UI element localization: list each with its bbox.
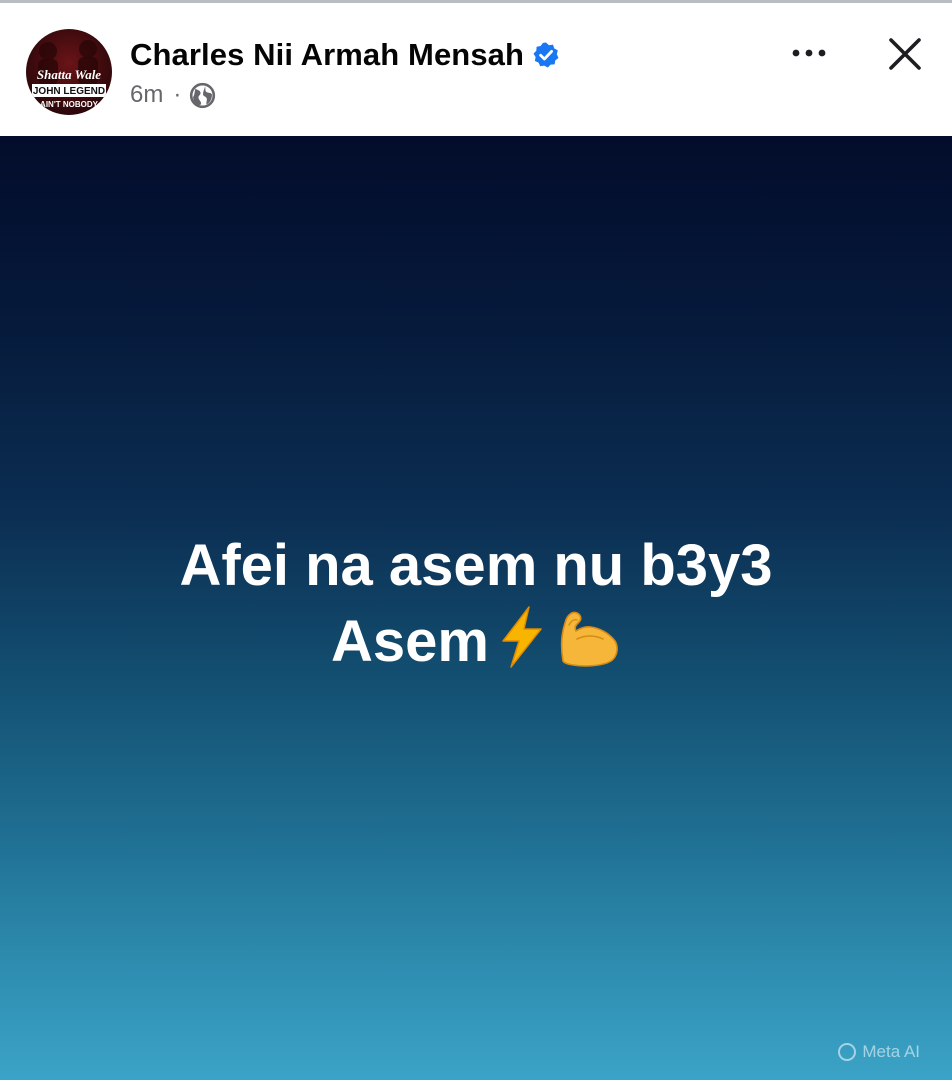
lightning-emoji: [495, 605, 549, 688]
watermark-label: Meta AI: [862, 1042, 920, 1061]
meta-ai-ring-icon: [838, 1043, 857, 1061]
close-icon: [889, 38, 921, 70]
more-options-icon: [792, 49, 826, 57]
post-text-line-1: Afei na asem nu b3y3: [179, 533, 773, 598]
post-text-line-2-word: Asem: [331, 609, 489, 674]
author-row: Charles Nii Armah Mensah: [130, 33, 560, 77]
post-timestamp[interactable]: 6m: [130, 81, 163, 109]
meta-separator: ·: [173, 81, 182, 108]
verified-badge-icon: [532, 41, 560, 69]
post-meta-row: 6m ·: [130, 79, 216, 111]
flexed-biceps-emoji: [555, 605, 621, 688]
post-text-line-2: Asem: [0, 604, 952, 688]
post-background[interactable]: Afei na asem nu b3y3 Asem Meta AI: [0, 136, 952, 1080]
avatar[interactable]: Shatta Wale JOHN LEGEND AIN'T NOBODY: [26, 29, 112, 115]
avatar-text-1: Shatta Wale: [37, 67, 101, 82]
avatar-text-3: AIN'T NOBODY: [40, 100, 99, 109]
author-name[interactable]: Charles Nii Armah Mensah: [130, 37, 524, 73]
more-options-button[interactable]: [784, 31, 834, 75]
post-text: Afei na asem nu b3y3 Asem: [0, 528, 952, 688]
globe-icon[interactable]: [189, 82, 216, 109]
avatar-text-2: JOHN LEGEND: [33, 86, 105, 97]
post-header: Shatta Wale JOHN LEGEND AIN'T NOBODY Cha…: [0, 3, 952, 136]
post-viewer: Shatta Wale JOHN LEGEND AIN'T NOBODY Cha…: [0, 0, 952, 1080]
meta-ai-watermark: Meta AI: [838, 1042, 920, 1062]
close-button[interactable]: [880, 29, 930, 79]
